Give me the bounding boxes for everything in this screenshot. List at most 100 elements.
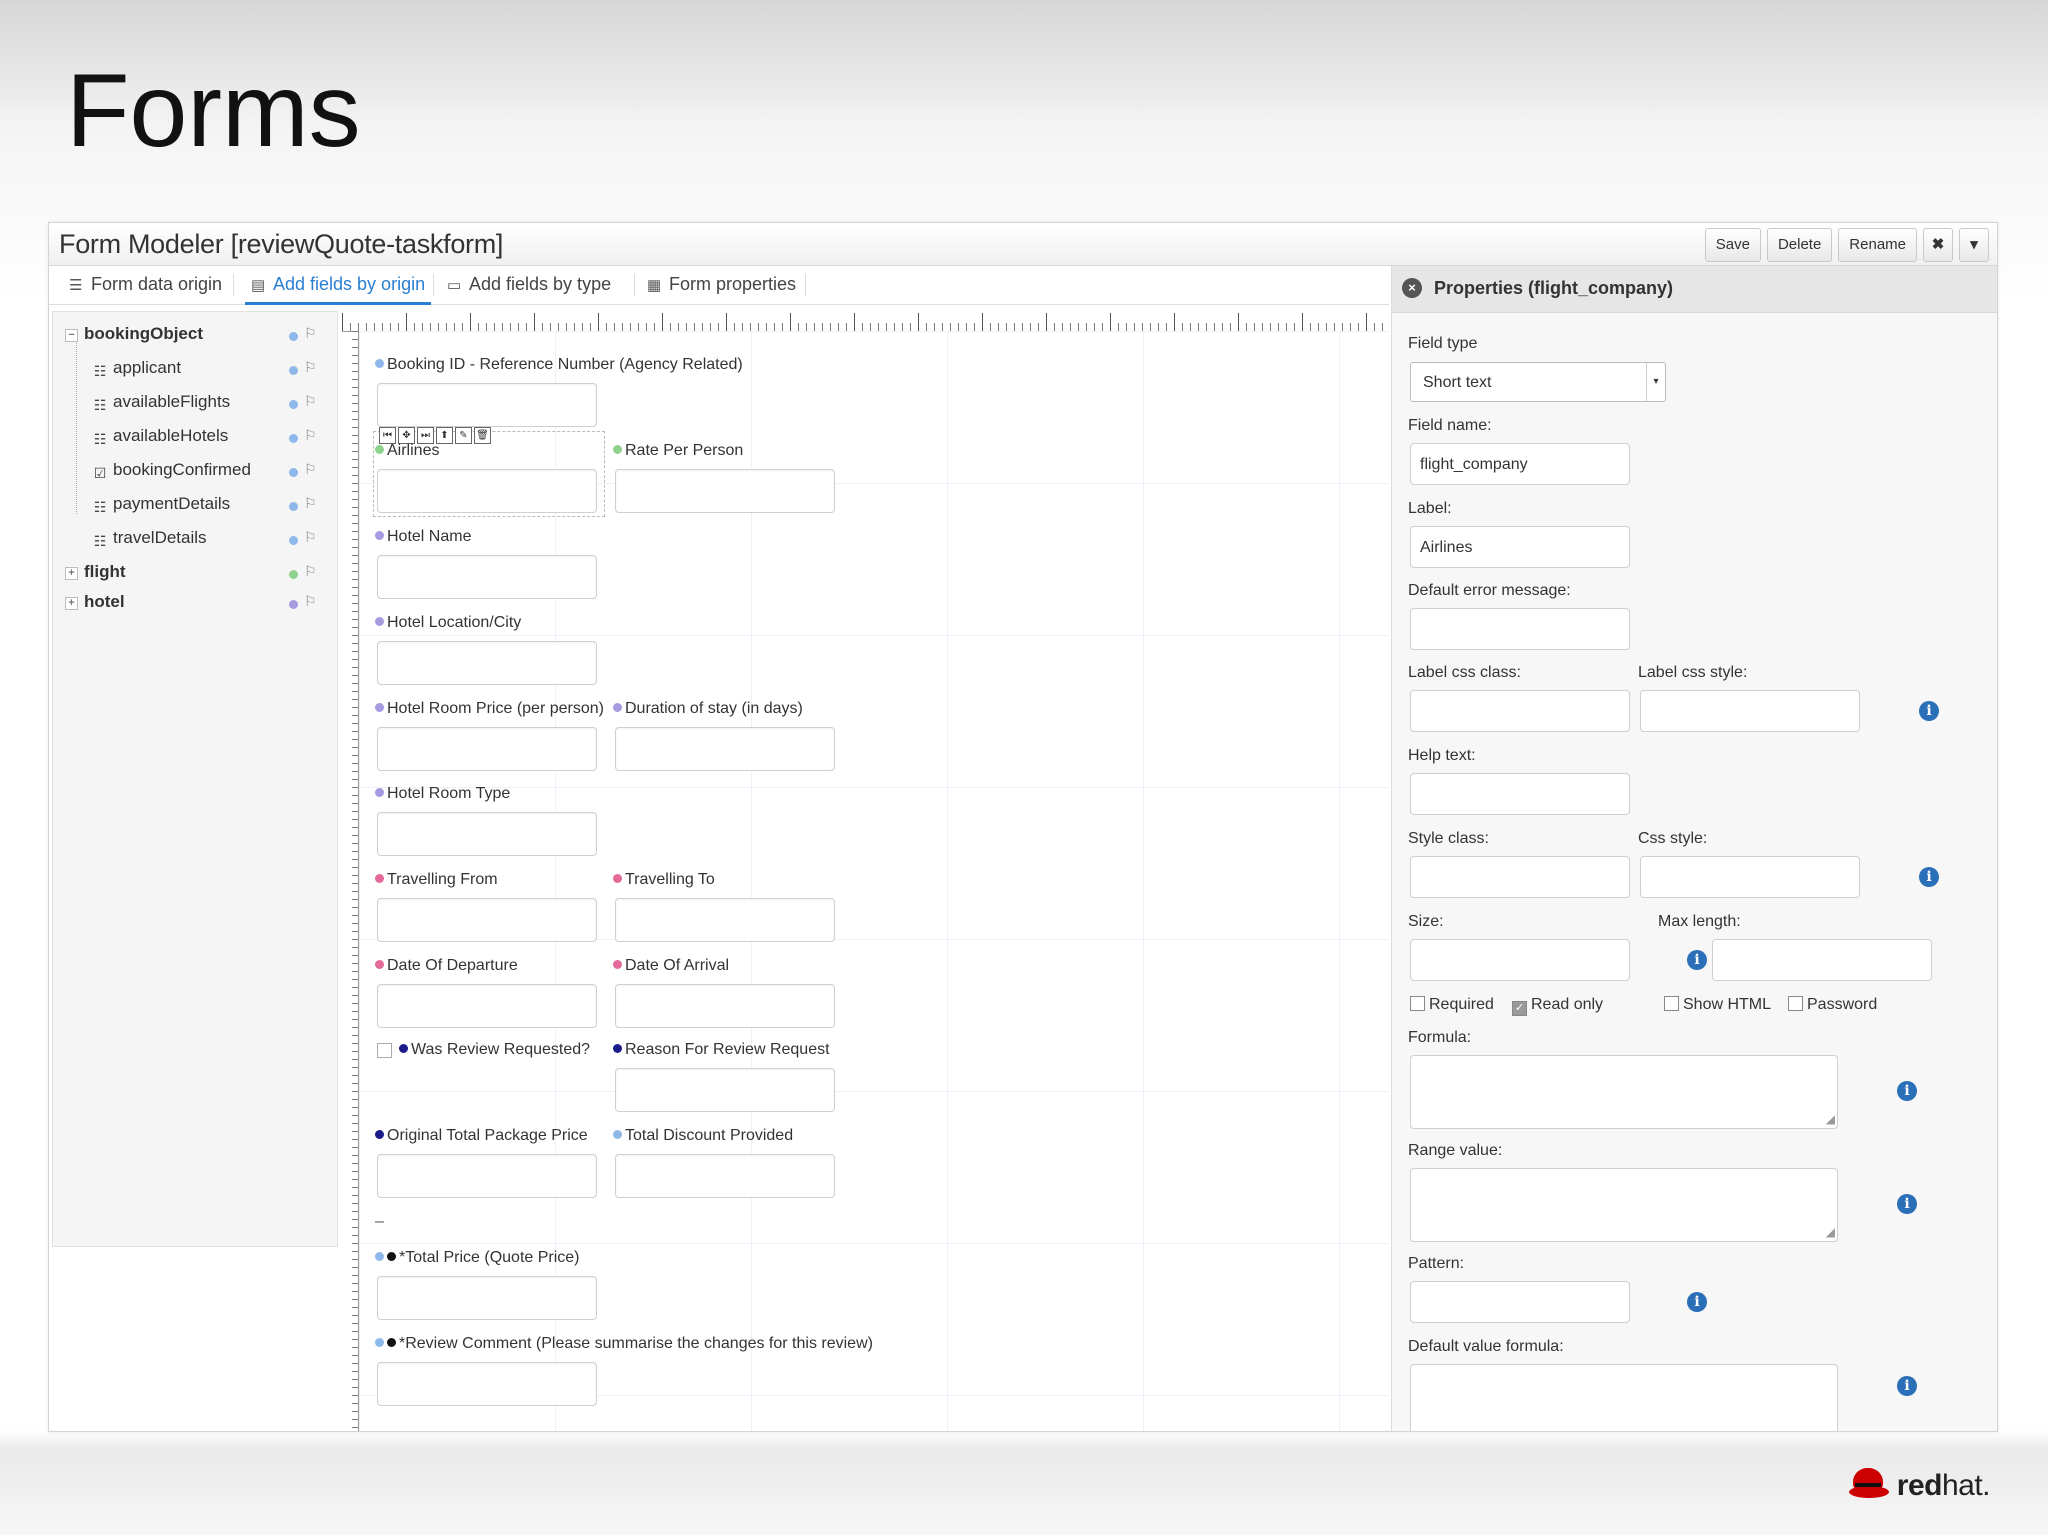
reason-for-review-input[interactable] <box>615 1068 835 1112</box>
info-icon[interactable]: i <box>1897 1081 1917 1101</box>
rate-per-person-input[interactable] <box>615 469 835 513</box>
close-icon[interactable]: ✖ <box>1923 228 1953 262</box>
read-only-checkbox[interactable]: ✓ Read only <box>1512 996 1603 1016</box>
rename-button[interactable]: Rename <box>1838 228 1917 262</box>
range-value-textarea[interactable]: ◢ <box>1410 1168 1838 1242</box>
info-icon[interactable]: i <box>1919 867 1939 887</box>
label-label: Label: <box>1408 500 1452 517</box>
expand-icon[interactable]: + <box>65 597 78 610</box>
expand-icon[interactable]: + <box>65 567 78 580</box>
total-price-input[interactable] <box>377 1276 597 1320</box>
default-error-input[interactable] <box>1410 608 1630 650</box>
flag-icon[interactable]: ⚐ <box>304 427 317 444</box>
tab-form-data-origin[interactable]: ☰ Form data origin <box>69 266 222 302</box>
flag-icon[interactable]: ⚐ <box>304 359 317 376</box>
original-total-price-input[interactable] <box>377 1154 597 1198</box>
properties-title: Properties (flight_company) <box>1434 278 1674 298</box>
booking-id-input[interactable] <box>377 383 597 427</box>
flag-icon[interactable]: ⚐ <box>304 325 317 342</box>
info-icon[interactable]: i <box>1687 950 1707 970</box>
formula-textarea[interactable]: ◢ <box>1410 1055 1838 1129</box>
tab-form-properties[interactable]: ▦ Form properties <box>647 266 796 302</box>
separator-mark: – <box>375 1213 384 1230</box>
size-label: Size: <box>1408 913 1444 930</box>
edit-icon[interactable]: ✎ <box>455 427 472 444</box>
delete-icon[interactable]: 🗑 <box>474 427 491 444</box>
tree-node-bookingobject[interactable]: − bookingObject <box>65 324 203 344</box>
tree-node-traveldetails[interactable]: ☷ travelDetails <box>91 528 207 550</box>
field-type-select[interactable]: Short text ▾ <box>1410 362 1666 402</box>
date-of-arrival-input[interactable] <box>615 984 835 1028</box>
flag-icon[interactable]: ⚐ <box>304 495 317 512</box>
field-name-input[interactable]: flight_company <box>1410 443 1630 485</box>
tab-add-fields-by-origin[interactable]: ▤ Add fields by origin <box>245 266 432 305</box>
delete-button[interactable]: Delete <box>1766 228 1833 262</box>
duration-of-stay-input[interactable] <box>615 727 835 771</box>
label-input[interactable]: Airlines <box>1410 526 1630 568</box>
tree-node-flight[interactable]: + flight <box>65 562 126 582</box>
default-value-formula-textarea[interactable] <box>1410 1364 1838 1431</box>
tree-node-hotel[interactable]: + hotel <box>65 592 125 612</box>
hotel-room-price-input[interactable] <box>377 727 597 771</box>
tree-node-paymentdetails[interactable]: ☷ paymentDetails <box>91 494 230 516</box>
airlines-input[interactable] <box>377 469 597 513</box>
size-input[interactable] <box>1410 939 1630 981</box>
hotel-name-input[interactable] <box>377 555 597 599</box>
formula-label: Formula: <box>1408 1029 1472 1046</box>
info-icon[interactable]: i <box>1919 701 1939 721</box>
label-css-class-input[interactable] <box>1410 690 1630 732</box>
flag-icon[interactable]: ⚐ <box>304 393 317 410</box>
field-type-value: Short text <box>1423 374 1492 391</box>
status-dot <box>289 332 298 341</box>
total-discount-input[interactable] <box>615 1154 835 1198</box>
info-icon[interactable]: i <box>1897 1376 1917 1396</box>
field-type-label: Field type <box>1408 335 1478 352</box>
field-label-hotel-room-type: Hotel Room Type <box>375 785 510 803</box>
save-button[interactable]: Save <box>1704 228 1761 262</box>
label-css-style-input[interactable] <box>1640 690 1860 732</box>
date-of-departure-input[interactable] <box>377 984 597 1028</box>
field-label-rate-per-person: Rate Per Person <box>613 442 743 460</box>
chevron-down-icon[interactable]: ▾ <box>1959 228 1989 262</box>
flag-icon[interactable]: ⚐ <box>304 593 317 610</box>
checkbox-box <box>1664 996 1679 1011</box>
resize-grip-icon[interactable]: ◢ <box>1826 1112 1835 1126</box>
tab-label: Form data origin <box>91 274 223 294</box>
hotel-location-input[interactable] <box>377 641 597 685</box>
flag-icon[interactable]: ⚐ <box>304 563 317 580</box>
css-style-input[interactable] <box>1640 856 1860 898</box>
tab-add-fields-by-type[interactable]: ▭ Add fields by type <box>447 266 611 302</box>
max-length-label: Max length: <box>1658 913 1741 930</box>
max-length-input[interactable] <box>1712 939 1932 981</box>
style-class-input[interactable] <box>1410 856 1630 898</box>
style-class-label: Style class: <box>1408 830 1489 847</box>
resize-grip-icon[interactable]: ◢ <box>1826 1225 1835 1239</box>
label-css-style-label: Label css style: <box>1638 664 1748 681</box>
password-checkbox[interactable]: Password <box>1788 996 1877 1014</box>
tree-node-availablehotels[interactable]: ☷ availableHotels <box>91 426 229 448</box>
modeler-tabs: ☰ Form data origin ▤ Add fields by origin … <box>49 266 1389 305</box>
pattern-input[interactable] <box>1410 1281 1630 1323</box>
review-comment-input[interactable] <box>377 1362 597 1406</box>
flag-icon[interactable]: ⚐ <box>304 461 317 478</box>
travelling-to-input[interactable] <box>615 898 835 942</box>
tree-node-availableflights[interactable]: ☷ availableFlights <box>91 392 230 414</box>
redhat-wordmark: redhat. <box>1896 1469 1991 1502</box>
redhat-hat-icon <box>1848 1466 1889 1506</box>
form-canvas[interactable]: Booking ID - Reference Number (Agency Re… <box>359 331 1389 1431</box>
info-icon[interactable]: i <box>1897 1194 1917 1214</box>
review-requested-checkbox[interactable] <box>377 1043 392 1058</box>
close-icon[interactable]: × <box>1402 278 1422 298</box>
travelling-from-input[interactable] <box>377 898 597 942</box>
properties-icon: ▦ <box>647 277 662 294</box>
collapse-icon[interactable]: − <box>65 329 78 342</box>
tree-node-applicant[interactable]: ☷ applicant <box>91 358 181 380</box>
help-text-input[interactable] <box>1410 773 1630 815</box>
tree-node-bookingconfirmed[interactable]: ☑ bookingConfirmed <box>91 460 251 482</box>
info-icon[interactable]: i <box>1687 1292 1707 1312</box>
flag-icon[interactable]: ⚐ <box>304 529 317 546</box>
hotel-room-type-input[interactable] <box>377 812 597 856</box>
show-html-checkbox[interactable]: Show HTML <box>1664 996 1771 1014</box>
required-checkbox[interactable]: Required <box>1410 996 1494 1014</box>
field-label-original-total-price: Original Total Package Price <box>375 1127 588 1145</box>
